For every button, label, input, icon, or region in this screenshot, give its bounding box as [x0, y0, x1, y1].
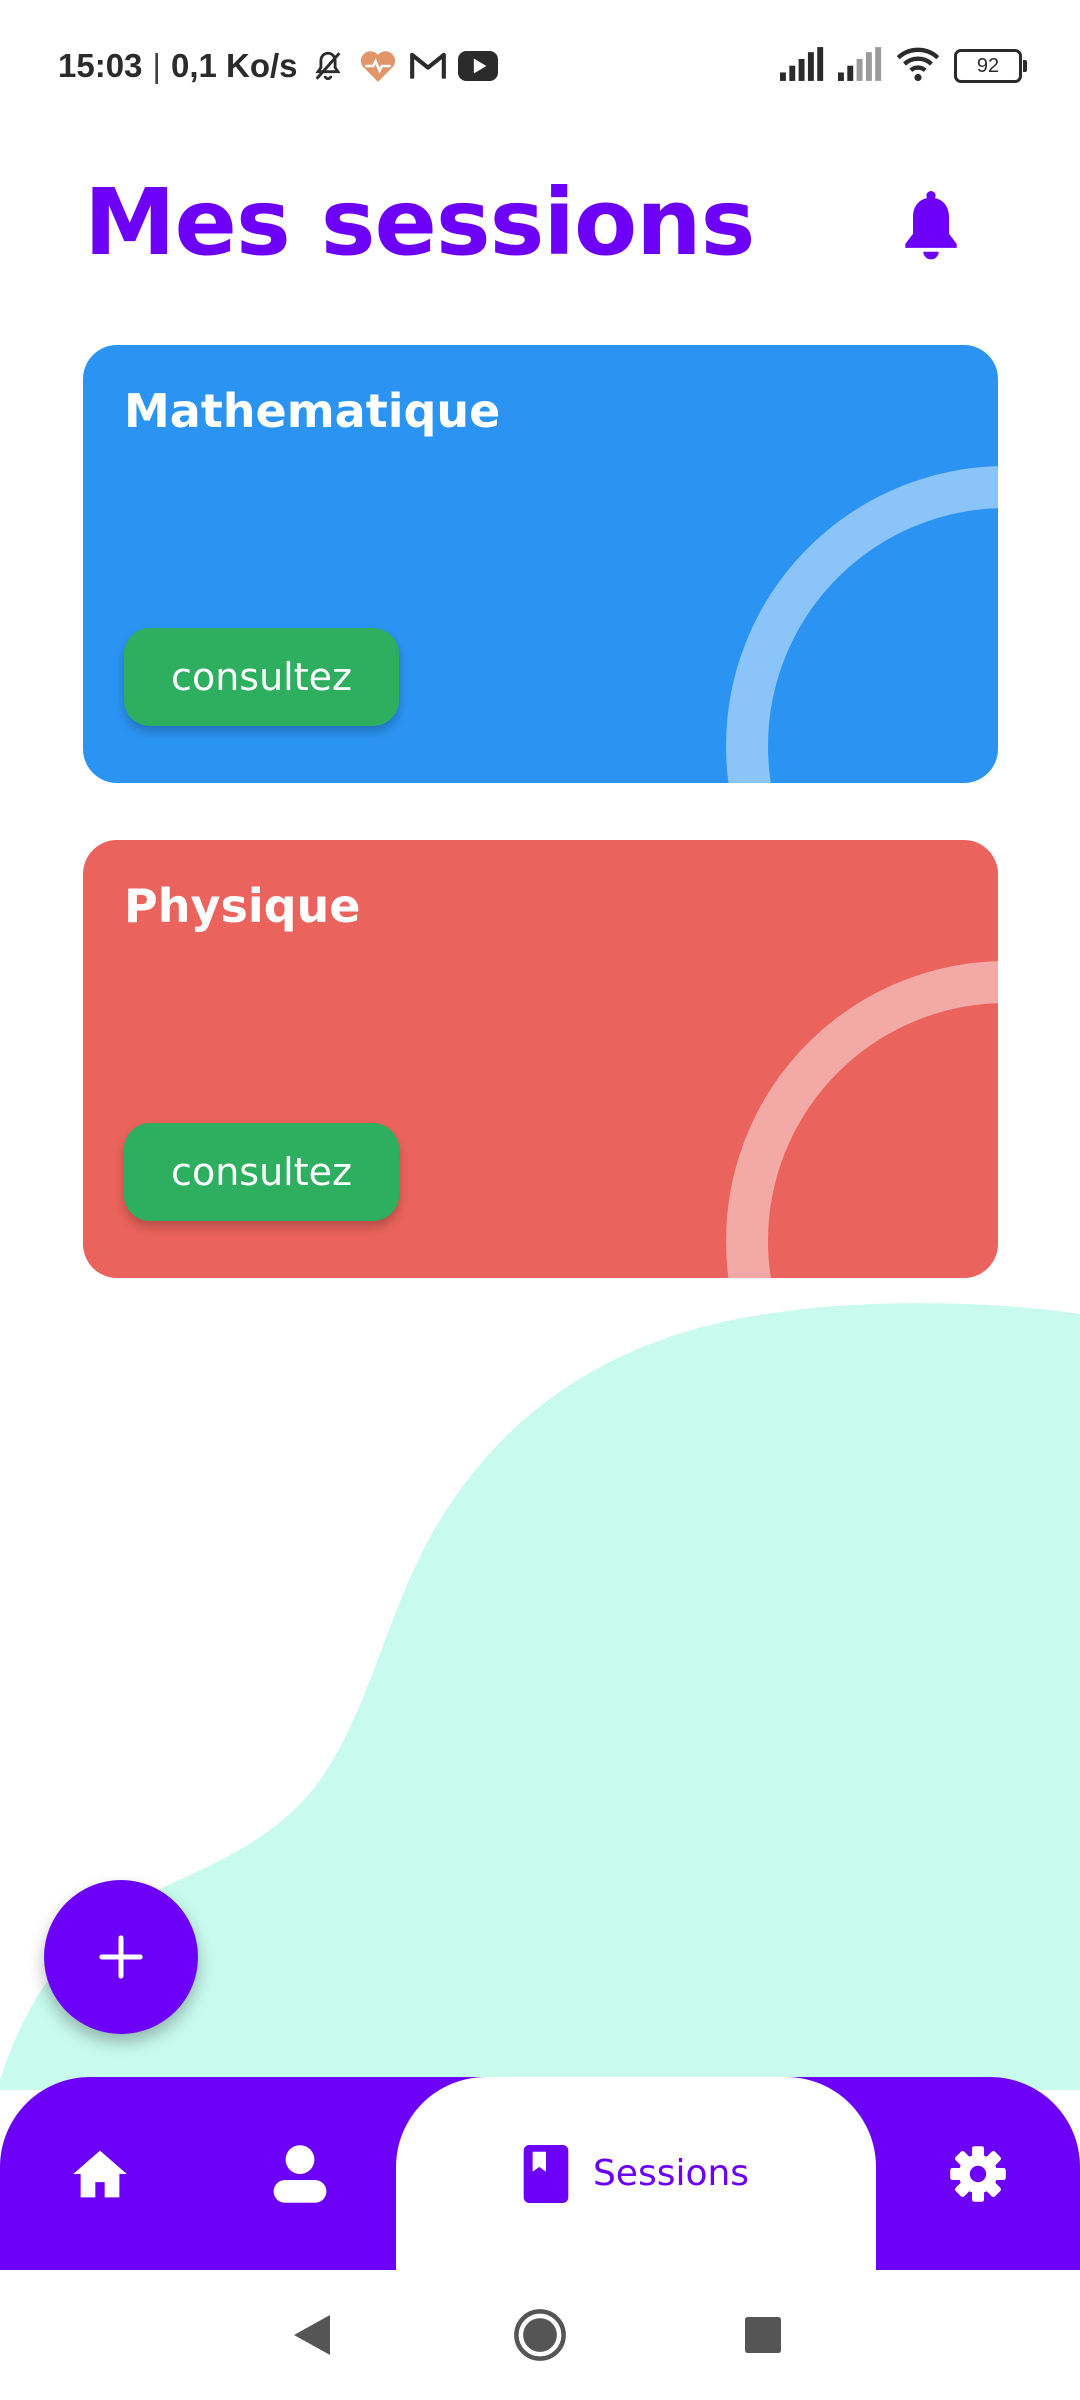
nav-item-profile[interactable]: [240, 2077, 360, 2270]
recents-icon: [745, 2317, 781, 2353]
session-card-physique: Physique consultez: [83, 840, 998, 1278]
nav-item-settings[interactable]: [918, 2077, 1038, 2270]
session-title: Mathematique: [124, 384, 501, 438]
youtube-icon: [457, 46, 498, 86]
system-back-button[interactable]: [262, 2270, 362, 2400]
back-icon: [294, 2315, 330, 2355]
add-session-button[interactable]: [44, 1880, 198, 2034]
bell-off-icon: [308, 46, 348, 86]
nav-item-sessions[interactable]: Sessions: [396, 2077, 876, 2270]
signal-weak-icon: [838, 47, 882, 85]
home-circle-icon: [514, 2309, 566, 2361]
gmail-icon: [408, 46, 448, 86]
home-icon: [73, 2150, 127, 2197]
notification-button[interactable]: [896, 186, 966, 266]
battery-level: 92: [976, 54, 1000, 77]
status-bar: 15:03 | 0,1 Ko/s 92: [0, 0, 1080, 132]
consult-button[interactable]: consultez: [124, 628, 399, 726]
signal-icon: [780, 47, 824, 85]
system-home-button[interactable]: [490, 2270, 590, 2400]
status-right: 92: [780, 44, 1027, 88]
system-navigation-bar: [0, 2270, 1080, 2400]
nav-item-home[interactable]: [40, 2077, 160, 2270]
system-recents-button[interactable]: [713, 2270, 813, 2400]
plus-icon: [99, 1935, 143, 1979]
card-decoration: [726, 961, 998, 1278]
card-decoration: [726, 466, 998, 783]
session-card-mathematique: Mathematique consultez: [83, 345, 998, 783]
gear-icon: [950, 2145, 1006, 2202]
person-icon: [273, 2144, 327, 2203]
heart-pulse-icon: [358, 46, 398, 86]
status-separator: |: [152, 47, 161, 84]
page-title: Mes sessions: [84, 169, 755, 276]
nav-label-sessions: Sessions: [592, 2153, 750, 2194]
session-title: Physique: [124, 879, 361, 933]
status-left: 15:03 | 0,1 Ko/s: [58, 44, 498, 88]
battery-indicator: 92: [954, 49, 1027, 83]
wifi-icon: [896, 46, 940, 86]
status-time: 15:03: [58, 47, 143, 84]
network-speed: 0,1 Ko/s: [170, 47, 298, 84]
consult-button[interactable]: consultez: [124, 1123, 399, 1221]
bell-icon: [905, 191, 957, 260]
book-icon: [523, 2144, 569, 2203]
bottom-navigation: Sessions: [0, 2077, 1080, 2270]
